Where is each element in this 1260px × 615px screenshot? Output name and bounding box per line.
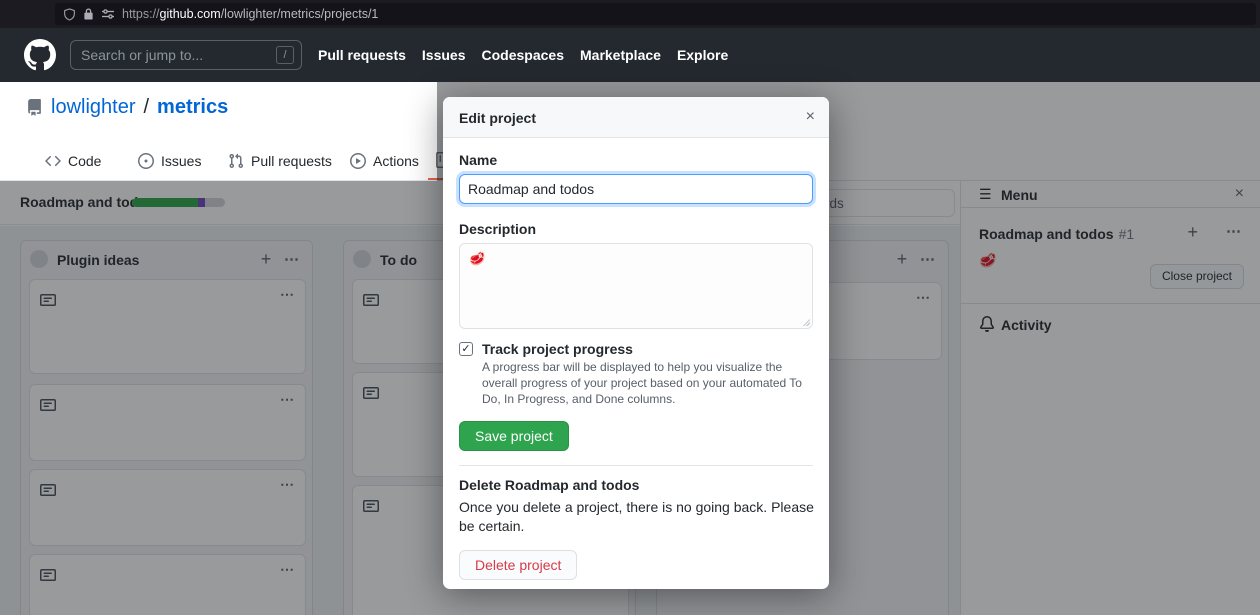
tab-actions[interactable]: Actions <box>342 142 427 180</box>
nav-explore[interactable]: Explore <box>677 47 728 63</box>
delete-project-button[interactable]: Delete project <box>459 550 577 580</box>
tab-pull-requests[interactable]: Pull requests <box>220 142 340 180</box>
code-icon <box>45 153 61 169</box>
search-input[interactable] <box>71 47 261 63</box>
lock-icon <box>83 8 94 20</box>
global-search[interactable]: / <box>70 40 302 70</box>
tab-label: Code <box>68 153 101 169</box>
browser-bar: https://github.com/lowlighter/metrics/pr… <box>0 0 1260 28</box>
project-name-input[interactable] <box>459 174 813 204</box>
nav-issues[interactable]: Issues <box>422 47 466 63</box>
track-progress-row: ✓ Track project progress <box>459 341 813 357</box>
url-domain: github.com <box>160 7 221 21</box>
repo-name-link[interactable]: metrics <box>157 96 228 119</box>
address-bar[interactable]: https://github.com/lowlighter/metrics/pr… <box>55 3 1256 25</box>
modal-header: Edit project × <box>443 97 829 138</box>
description-label: Description <box>459 221 813 237</box>
name-label: Name <box>459 152 813 168</box>
modal-body: Name Description 🥩 ✓ Track project progr… <box>443 138 829 580</box>
save-project-button[interactable]: Save project <box>459 421 569 451</box>
screen: https://github.com/lowlighter/metrics/pr… <box>0 0 1260 615</box>
track-progress-checkbox[interactable]: ✓ <box>459 342 473 356</box>
delete-heading: Delete Roadmap and todos <box>459 477 813 493</box>
url-text[interactable]: https://github.com/lowlighter/metrics/pr… <box>122 7 378 21</box>
breadcrumb-separator: / <box>143 96 149 119</box>
delete-warning: Once you delete a project, there is no g… <box>459 498 815 537</box>
modal-title: Edit project <box>459 110 536 126</box>
permissions-icon[interactable] <box>101 8 115 20</box>
nav-marketplace[interactable]: Marketplace <box>580 47 661 63</box>
play-icon <box>350 153 366 169</box>
shield-icon[interactable] <box>63 8 76 21</box>
breadcrumb: lowlighter / metrics <box>26 96 228 119</box>
resize-handle[interactable] <box>802 318 810 326</box>
description-area: 🥩 <box>459 243 813 329</box>
github-nav: Pull requests Issues Codespaces Marketpl… <box>318 47 728 63</box>
repo-icon <box>26 99 43 116</box>
tab-label: Actions <box>373 153 419 169</box>
modal-close-icon[interactable]: × <box>806 108 815 126</box>
slash-key-badge: / <box>276 46 294 64</box>
github-logo-icon[interactable] <box>24 39 56 71</box>
nav-codespaces[interactable]: Codespaces <box>482 47 564 63</box>
track-progress-label: Track project progress <box>482 341 633 357</box>
tab-issues[interactable]: Issues <box>130 142 209 180</box>
tab-label: Pull requests <box>251 153 332 169</box>
tab-label: Issues <box>161 153 201 169</box>
issue-icon <box>138 153 154 169</box>
url-path: /lowlighter/metrics/projects/1 <box>221 7 379 21</box>
track-progress-help: A progress bar will be displayed to help… <box>482 359 820 408</box>
repo-owner-link[interactable]: lowlighter <box>51 96 135 119</box>
url-protocol: https:// <box>122 7 160 21</box>
tab-code[interactable]: Code <box>37 142 109 180</box>
pull-request-icon <box>228 153 244 169</box>
modal-divider <box>459 465 813 466</box>
github-header: / Pull requests Issues Codespaces Market… <box>0 28 1260 82</box>
project-description-textarea[interactable]: 🥩 <box>459 243 813 329</box>
edit-project-modal: Edit project × Name Description 🥩 ✓ Trac… <box>443 97 829 589</box>
nav-pull-requests[interactable]: Pull requests <box>318 47 406 63</box>
